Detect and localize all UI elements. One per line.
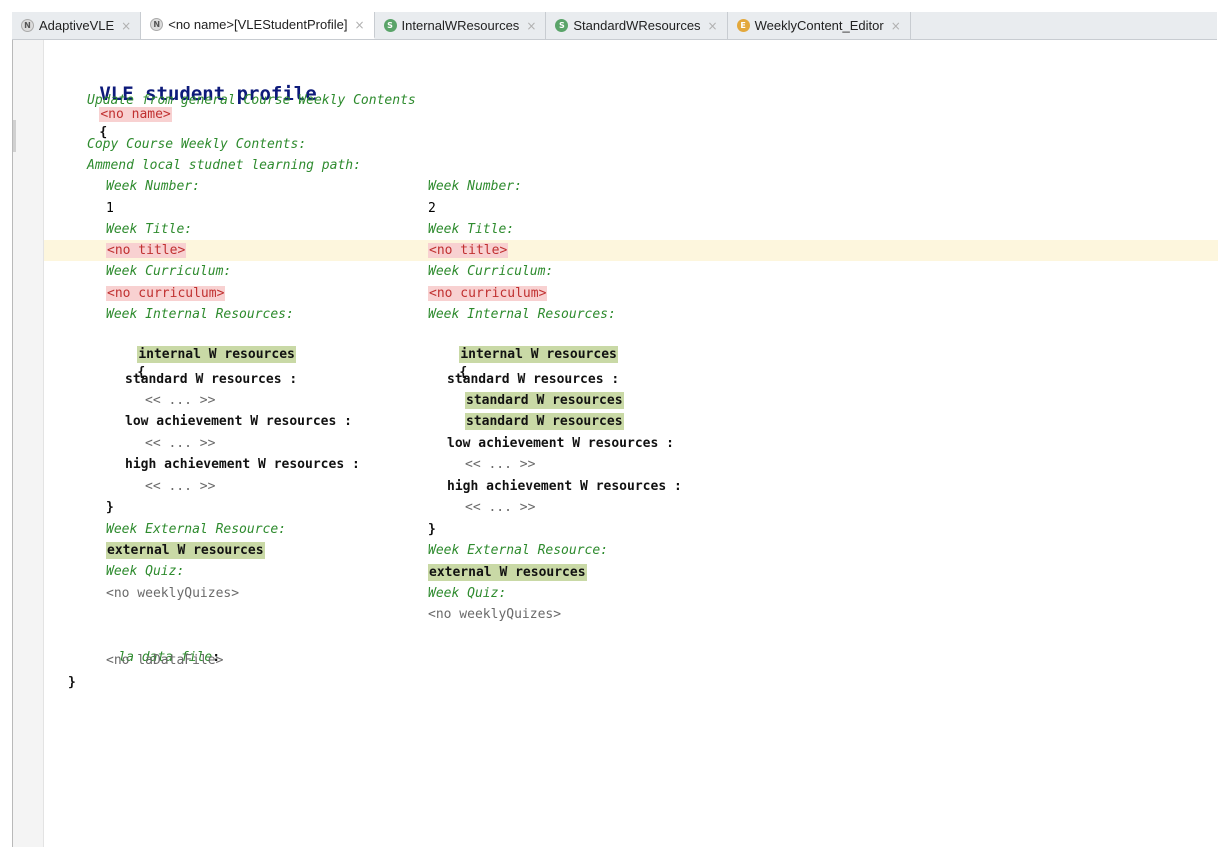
close-brace: } <box>428 522 436 537</box>
tab-label: StandardWResources <box>573 18 701 33</box>
low-achievement-empty[interactable]: << ... >> <box>145 435 215 453</box>
la-data-file-placeholder[interactable]: <no laDataFile> <box>106 652 223 670</box>
week-title-label: Week Title: <box>428 222 515 237</box>
ammend-line[interactable]: Ammend local studnet learning path: <box>87 157 361 175</box>
external-resources-ref[interactable]: external W resources <box>106 542 265 559</box>
structure-icon: S <box>555 19 569 32</box>
low-achievement-label: low achievement W resources : <box>125 414 352 429</box>
week-quiz-placeholder[interactable]: <no weeklyQuizes> <box>106 585 239 603</box>
week-title-label: Week Title: <box>106 222 193 237</box>
week-number-value[interactable]: 1 <box>106 200 114 218</box>
editor-tab-bar: N AdaptiveVLE × N <no name>[VLEStudentPr… <box>12 12 1217 40</box>
editor-icon: E <box>736 19 750 32</box>
week-quiz-label: Week Quiz: <box>106 564 185 579</box>
week-quiz-label: Week Quiz: <box>428 586 507 601</box>
tab-vle-student-profile[interactable]: N <no name>[VLEStudentProfile] × <box>141 12 375 39</box>
week-title-placeholder[interactable]: <no title> <box>106 243 187 258</box>
tab-label: InternalWResources <box>401 18 520 33</box>
structure-icon: S <box>383 19 397 32</box>
week-external-label: Week External Resource: <box>428 543 609 558</box>
week-quiz-placeholder[interactable]: <no weeklyQuizes> <box>428 606 561 624</box>
close-icon[interactable]: × <box>121 19 131 33</box>
editor-gutter[interactable] <box>13 40 44 847</box>
standard-resources-item[interactable]: standard W resources <box>465 392 624 409</box>
week-curriculum-label: Week Curriculum: <box>106 264 232 279</box>
week-curriculum-label: Week Curriculum: <box>428 264 554 279</box>
week-internal-label: Week Internal Resources: <box>428 307 616 322</box>
high-achievement-label: high achievement W resources : <box>447 479 682 494</box>
high-achievement-label: high achievement W resources : <box>125 457 360 472</box>
high-achievement-empty[interactable]: << ... >> <box>465 499 535 517</box>
tab-adaptive-vle[interactable]: N AdaptiveVLE × <box>12 12 142 39</box>
tab-standard-w-resources[interactable]: S StandardWResources × <box>546 12 728 39</box>
week-internal-label: Week Internal Resources: <box>106 307 294 322</box>
low-achievement-empty[interactable]: << ... >> <box>465 456 535 474</box>
internal-resources-ref[interactable]: internal W resources <box>137 346 296 363</box>
close-icon[interactable]: × <box>891 19 901 33</box>
low-achievement-label: low achievement W resources : <box>447 436 674 451</box>
tab-internal-w-resources[interactable]: S InternalWResources × <box>375 12 547 39</box>
week-number-label: Week Number: <box>106 179 200 194</box>
standard-resources-label: standard W resources : <box>125 372 298 387</box>
concept-node-icon: N <box>21 19 34 32</box>
update-line[interactable]: Update from general Course Weekly Conten… <box>87 92 416 110</box>
tab-weekly-content-editor[interactable]: E WeeklyContent_Editor × <box>728 12 911 39</box>
copy-line[interactable]: Copy Course Weekly Contents: <box>87 136 306 154</box>
internal-resources-ref[interactable]: internal W resources <box>459 346 618 363</box>
standard-resources-label: standard W resources : <box>447 372 620 387</box>
internal-resources-line: internal W resources { <box>428 328 618 400</box>
high-achievement-empty[interactable]: << ... >> <box>145 478 215 496</box>
tab-label: WeeklyContent_Editor <box>754 18 884 33</box>
tab-label: AdaptiveVLE <box>39 18 115 33</box>
standard-resources-empty[interactable]: << ... >> <box>145 392 215 410</box>
week-title-placeholder[interactable]: <no title> <box>428 243 509 258</box>
folding-marker[interactable] <box>13 120 16 152</box>
tab-label: <no name>[VLEStudentProfile] <box>168 17 348 32</box>
week-curriculum-placeholder[interactable]: <no curriculum> <box>106 286 226 301</box>
close-brace: } <box>106 500 114 515</box>
week-curriculum-placeholder[interactable]: <no curriculum> <box>428 286 548 301</box>
external-resources-ref[interactable]: external W resources <box>428 564 587 581</box>
projectional-editor[interactable]: VLE student profile <no name> { Update f… <box>12 40 1218 847</box>
close-icon[interactable]: × <box>354 18 364 32</box>
close-icon[interactable]: × <box>708 19 718 33</box>
current-line-highlight <box>13 240 1218 261</box>
concept-node-icon: N <box>150 18 164 31</box>
week-number-value[interactable]: 2 <box>428 200 436 218</box>
week-number-label: Week Number: <box>428 179 522 194</box>
internal-resources-line: internal W resources { <box>106 328 296 400</box>
standard-resources-item[interactable]: standard W resources <box>465 413 624 430</box>
close-icon[interactable]: × <box>526 19 536 33</box>
close-brace: } <box>68 675 76 690</box>
week-external-label: Week External Resource: <box>106 522 287 537</box>
